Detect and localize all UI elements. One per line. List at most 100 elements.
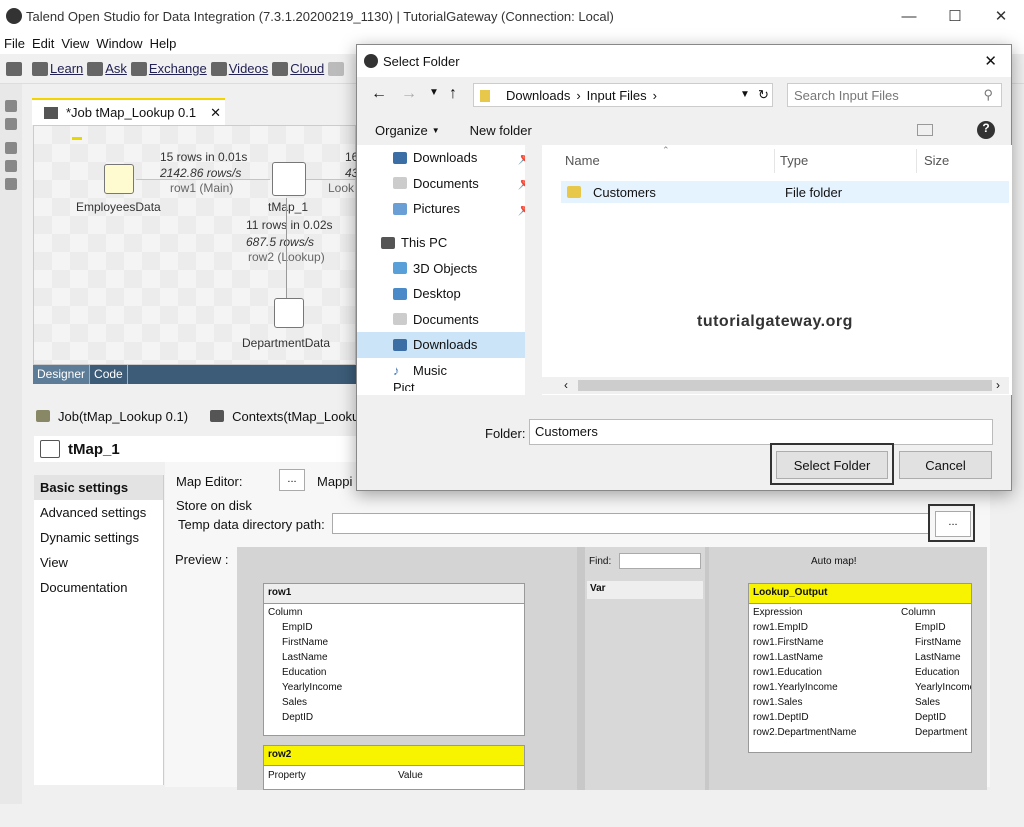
- lookup-output-table[interactable]: Lookup_Output Expression row1.EmpID row1…: [748, 583, 972, 753]
- nav-quick-downloads[interactable]: Downloads📌: [357, 145, 542, 171]
- nav-scrollbar[interactable]: [525, 145, 542, 395]
- home-icon[interactable]: [5, 118, 17, 130]
- organize-button[interactable]: Organize: [375, 123, 428, 138]
- auto-map-button[interactable]: Auto map!: [811, 556, 857, 567]
- temp-dir-label: Temp data directory path:: [178, 517, 325, 532]
- menu-edit[interactable]: Edit: [32, 36, 54, 51]
- address-bar[interactable]: Downloads › Input Files › ▼ ↻: [473, 83, 773, 107]
- help-icon[interactable]: ?: [977, 121, 995, 139]
- nav-downloads[interactable]: Downloads: [357, 332, 542, 358]
- exchange-icon: [130, 61, 147, 76]
- column-type[interactable]: Type: [780, 145, 808, 175]
- settings-tabs: Basic settings Advanced settings Dynamic…: [34, 475, 164, 785]
- tab-job[interactable]: Job(tMap_Lookup 0.1): [58, 409, 188, 424]
- menu-window[interactable]: Window: [96, 36, 142, 51]
- designer-canvas[interactable]: EmployeesData 15 rows in 0.01s 2142.86 r…: [33, 125, 358, 365]
- search-icon[interactable]: [5, 178, 17, 190]
- file-row[interactable]: Customers File folder: [561, 181, 1009, 203]
- file-name: Customers: [593, 184, 656, 200]
- maximize-button[interactable]: ☐: [932, 0, 978, 32]
- toolbar-exchange[interactable]: Exchange: [130, 61, 207, 76]
- tab-contexts[interactable]: Contexts(tMap_Looku: [232, 409, 359, 424]
- restore-icon[interactable]: [5, 100, 17, 112]
- nav-quick-pictures[interactable]: Pictures📌: [357, 196, 542, 222]
- toolbar-videos[interactable]: Videos: [210, 61, 268, 76]
- row2-table[interactable]: row2 Property Value: [263, 745, 525, 790]
- department-component-icon[interactable]: [274, 298, 304, 328]
- output-expression: row1.FirstName: [753, 637, 824, 648]
- search-tool-icon[interactable]: [328, 61, 345, 76]
- breadcrumb-downloads[interactable]: Downloads: [506, 88, 570, 103]
- toolbar-learn[interactable]: Learn: [32, 61, 83, 76]
- nav-quick-documents[interactable]: Documents📌: [357, 171, 542, 197]
- nav-pictures-partial[interactable]: Pict: [357, 383, 542, 391]
- output-flow-label: Look: [328, 181, 355, 195]
- search-icon: ⚲: [983, 87, 993, 102]
- close-tab-icon[interactable]: ✕: [210, 105, 221, 121]
- row1-column-header: Column: [268, 607, 303, 618]
- up-icon[interactable]: ↑: [449, 85, 457, 103]
- select-folder-highlight: [770, 443, 894, 485]
- tab-dynamic-settings[interactable]: Dynamic settings: [34, 525, 163, 550]
- output-expression: row1.Sales: [753, 697, 803, 708]
- menu-file[interactable]: File: [4, 36, 25, 51]
- scroll-thumb[interactable]: [578, 380, 992, 391]
- nav-this-pc[interactable]: This PC: [357, 230, 542, 256]
- output-expression-header: Expression: [753, 607, 803, 618]
- main-flow-rate: 2142.86 rows/s: [160, 166, 242, 180]
- breadcrumb-input-files[interactable]: Input Files: [587, 88, 647, 103]
- column-size[interactable]: Size: [924, 145, 949, 175]
- forward-icon[interactable]: →: [401, 85, 417, 103]
- recent-locations-icon[interactable]: ▼: [429, 87, 439, 98]
- new-folder-button[interactable]: New folder: [470, 123, 532, 138]
- minimize-button[interactable]: —: [886, 0, 932, 32]
- job-tab-label: *Job tMap_Lookup 0.1: [66, 105, 197, 120]
- nav-music[interactable]: ♪ Music: [357, 358, 542, 384]
- back-icon[interactable]: ←: [371, 85, 387, 103]
- search-box[interactable]: Search Input Files ⚲: [787, 83, 1002, 107]
- view-options-icon[interactable]: [917, 124, 933, 136]
- refresh-icon[interactable]: ↻: [758, 87, 769, 103]
- tab-designer[interactable]: Designer: [33, 365, 91, 384]
- temp-dir-input[interactable]: [332, 513, 930, 534]
- outline-icon[interactable]: [5, 160, 17, 172]
- restore-icon[interactable]: [5, 142, 17, 154]
- find-input[interactable]: [619, 553, 701, 569]
- tab-view[interactable]: View: [34, 550, 163, 575]
- scroll-left-icon[interactable]: ‹: [564, 378, 568, 392]
- menu-help[interactable]: Help: [150, 36, 177, 51]
- scroll-right-icon[interactable]: ›: [996, 378, 1000, 392]
- output-expression: row1.Education: [753, 667, 822, 678]
- navigation-pane: Downloads📌 Documents📌 Pictures📌 This PC …: [357, 145, 542, 395]
- menu-view[interactable]: View: [61, 36, 89, 51]
- save-icon[interactable]: [6, 61, 22, 76]
- nav-documents[interactable]: Documents: [357, 307, 542, 333]
- tmap-label: tMap_1: [268, 200, 309, 214]
- nav-3d-objects[interactable]: 3D Objects: [357, 255, 542, 281]
- tab-code[interactable]: Code: [90, 365, 128, 384]
- map-editor-button[interactable]: ...: [279, 469, 305, 491]
- book-icon: [32, 61, 48, 76]
- tmap-component-icon[interactable]: [272, 162, 306, 196]
- component-title: tMap_1: [34, 436, 356, 462]
- row1-table[interactable]: row1 Column EmpID FirstName LastName Edu…: [263, 583, 525, 736]
- search-input[interactable]: Search Input Files: [794, 88, 899, 103]
- horizontal-scrollbar[interactable]: ‹ ›: [542, 377, 1009, 394]
- address-dropdown-icon[interactable]: ▼: [740, 89, 750, 100]
- music-icon: ♪: [393, 363, 400, 379]
- 3d-objects-icon: [393, 262, 407, 275]
- employees-component-icon[interactable]: [104, 164, 134, 194]
- folder-input[interactable]: Customers: [529, 419, 993, 445]
- cancel-button[interactable]: Cancel: [899, 451, 992, 479]
- toolbar-ask[interactable]: Ask: [87, 61, 127, 76]
- nav-desktop[interactable]: Desktop: [357, 281, 542, 307]
- dialog-close-icon[interactable]: ✕: [984, 52, 997, 70]
- close-window-button[interactable]: ✕: [978, 0, 1024, 32]
- tab-basic-settings[interactable]: Basic settings: [34, 475, 163, 500]
- job-editor-tab[interactable]: *Job tMap_Lookup 0.1 ✕: [32, 98, 225, 125]
- tab-advanced-settings[interactable]: Advanced settings: [34, 500, 163, 525]
- file-type: File folder: [785, 184, 843, 200]
- tab-documentation[interactable]: Documentation: [34, 575, 163, 600]
- column-name[interactable]: Name: [565, 145, 600, 175]
- toolbar-cloud[interactable]: Cloud: [272, 61, 324, 76]
